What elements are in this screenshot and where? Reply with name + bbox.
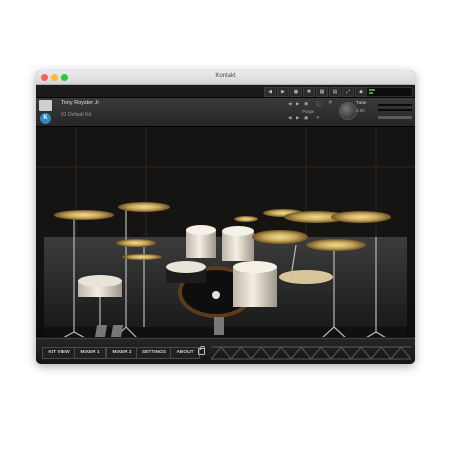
kontakt-toolbar: ◀ ▶ ▣ ✱ ▦ ▤ ⤢ ◆ — [36, 85, 415, 98]
mixer2-button[interactable]: MIXER 2 — [106, 347, 138, 359]
instrument-logo — [39, 100, 52, 111]
volume-slider[interactable] — [378, 116, 412, 119]
camera-icon[interactable]: ◉ — [304, 101, 308, 107]
lock-icon[interactable] — [198, 346, 205, 355]
next-icon[interactable]: ▶ — [277, 87, 289, 97]
snapshot-save-icon[interactable]: ▣ — [304, 115, 308, 121]
stage-truss-decoration — [211, 346, 411, 360]
cpu-meter — [366, 87, 413, 97]
keyboard-icon[interactable]: ▤ — [329, 87, 341, 97]
output-meter-left — [378, 104, 412, 106]
drum-kit-stage: mixwave — [36, 127, 415, 337]
kit-view-button[interactable]: KIT VIEW — [42, 347, 76, 359]
kontakt-logo-icon: K — [40, 113, 51, 124]
expand-icon[interactable]: ⤢ — [342, 87, 354, 97]
snapshot-delete-icon[interactable]: ✕ — [316, 115, 320, 121]
prev-instrument-icon[interactable]: ◀ — [288, 101, 291, 107]
snapshot-name[interactable]: 01 Default Kit — [61, 112, 91, 118]
window-title: Kontakt — [215, 73, 236, 79]
instrument-header: K Tony Royster Jr 01 Default Kit ◀ ▶ ◉ ⓘ… — [36, 98, 415, 127]
tune-knob[interactable] — [339, 102, 357, 120]
mixer1-button[interactable]: MIXER 1 — [74, 347, 106, 359]
instrument-name[interactable]: Tony Royster Jr — [61, 100, 99, 106]
bottom-navigation: KIT VIEW MIXER 1 MIXER 2 SETTINGS ABOUT — [36, 338, 415, 364]
gear-icon[interactable]: ✱ — [303, 87, 315, 97]
about-button[interactable]: ABOUT — [170, 347, 200, 359]
next-instrument-icon[interactable]: ▶ — [296, 101, 299, 107]
snapshot-next-icon[interactable]: ▶ — [296, 115, 299, 121]
tune-value: 0.00 — [356, 108, 365, 113]
settings-button[interactable]: SETTINGS — [136, 347, 172, 359]
kontakt-window: Kontakt ◀ ▶ ▣ ✱ ▦ ▤ ⤢ ◆ K Tony Royster J… — [36, 71, 415, 364]
grid-icon[interactable]: ▦ — [316, 87, 328, 97]
purge-dropdown[interactable]: Purge — [302, 109, 314, 114]
output-meter-right — [378, 109, 412, 111]
snapshot-prev-icon[interactable]: ◀ — [288, 115, 291, 121]
save-icon[interactable]: ▣ — [290, 87, 302, 97]
info-icon[interactable]: ⓘ — [316, 101, 321, 108]
title-bar: Kontakt — [36, 71, 415, 85]
prev-icon[interactable]: ◀ — [264, 87, 276, 97]
tune-label: Tune — [356, 100, 367, 105]
drum-kit-illustration — [36, 127, 415, 337]
close-instrument-icon[interactable]: ✕ — [328, 100, 333, 106]
